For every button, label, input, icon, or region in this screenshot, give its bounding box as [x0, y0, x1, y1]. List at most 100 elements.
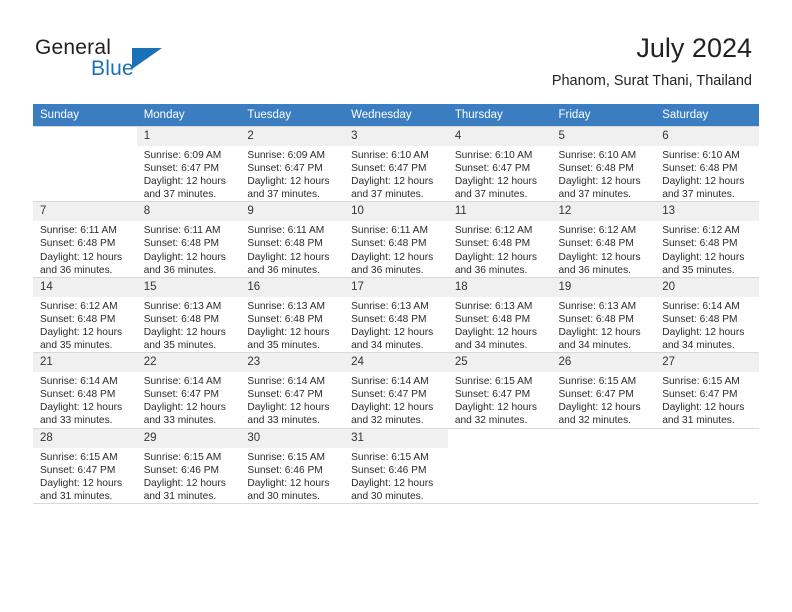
day-number: 25	[447, 353, 552, 373]
day-cell-inner: 23 Sunrise: 6:14 AM Sunset: 6:47 PM Dayligh…	[240, 353, 345, 427]
weekday-header-thursday: Thursday	[447, 104, 552, 127]
day-cell-inner: 27 Sunrise: 6:15 AM Sunset: 6:47 PM Dayligh…	[655, 353, 759, 427]
day-sun-info: Sunrise: 6:12 AM Sunset: 6:48 PM Daylight:…	[552, 221, 656, 276]
day-sun-info: Sunrise: 6:15 AM Sunset: 6:47 PM Daylight:…	[655, 372, 759, 427]
sunrise-text: Sunrise: 6:15 AM	[454, 376, 533, 388]
day-number: 20	[655, 277, 759, 297]
calendar-day-cell[interactable]: 1 Sunrise: 6:09 AM Sunset: 6:47 PM Daylight…	[136, 125, 241, 203]
day-number	[551, 428, 656, 448]
daylight-text-line2: and 35 minutes.	[143, 340, 217, 352]
daylight-text-line2: and 31 minutes.	[662, 415, 735, 427]
daylight-text-line2: and 37 minutes.	[558, 189, 632, 201]
sunrise-text: Sunrise: 6:10 AM	[351, 150, 429, 161]
daylight-text-line1: Daylight: 12 hours	[143, 251, 226, 263]
sunset-text: Sunset: 6:48 PM	[558, 163, 634, 175]
day-cell-inner: 1 Sunrise: 6:09 AM Sunset: 6:47 PM Daylight…	[136, 127, 241, 201]
calendar-week-row: 28 Sunrise: 6:15 AM Sunset: 6:47 PM Dayligh…	[33, 427, 759, 504]
calendar-day-cell[interactable]: 22 Sunrise: 6:14 AM Sunset: 6:47 PM Dayligh…	[136, 352, 241, 429]
sunset-text: Sunset: 6:47 PM	[143, 389, 220, 401]
calendar-day-cell[interactable]: 26 Sunrise: 6:15 AM Sunset: 6:47 PM Dayligh…	[551, 352, 656, 429]
day-number: 1	[136, 127, 241, 146]
day-number	[447, 428, 552, 448]
calendar-day-cell[interactable]: 24 Sunrise: 6:14 AM Sunset: 6:47 PM Dayligh…	[344, 352, 448, 429]
calendar-day-cell[interactable]: 29 Sunrise: 6:15 AM Sunset: 6:46 PM Dayligh…	[136, 427, 241, 504]
day-cell-inner: 20 Sunrise: 6:14 AM Sunset: 6:48 PM Dayligh…	[655, 277, 759, 352]
daylight-text-line1: Daylight: 12 hours	[143, 326, 226, 338]
daylight-text-line2: and 36 minutes.	[454, 264, 528, 276]
calendar-day-cell[interactable]: 17 Sunrise: 6:13 AM Sunset: 6:48 PM Dayligh…	[344, 276, 448, 354]
calendar-day-cell[interactable]: 28 Sunrise: 6:15 AM Sunset: 6:47 PM Dayligh…	[33, 427, 137, 504]
day-cell-inner: 25 Sunrise: 6:15 AM Sunset: 6:47 PM Dayligh…	[447, 353, 552, 427]
day-cell-inner: 3 Sunrise: 6:10 AM Sunset: 6:47 PM Daylight…	[344, 127, 448, 201]
daylight-text-line1: Daylight: 12 hours	[351, 326, 434, 338]
calendar-day-cell[interactable]: 10 Sunrise: 6:11 AM Sunset: 6:48 PM Dayligh…	[344, 201, 448, 278]
calendar-day-cell[interactable]: 3 Sunrise: 6:10 AM Sunset: 6:47 PM Daylight…	[344, 125, 448, 203]
sunset-text: Sunset: 6:47 PM	[558, 389, 634, 401]
day-sun-info: Sunrise: 6:15 AM Sunset: 6:46 PM Daylight:…	[344, 448, 448, 503]
day-cell-inner: 28 Sunrise: 6:15 AM Sunset: 6:47 PM Dayligh…	[33, 428, 137, 503]
daylight-text-line2: and 31 minutes.	[40, 490, 113, 502]
day-cell-inner: 4 Sunrise: 6:10 AM Sunset: 6:47 PM Daylight…	[447, 127, 552, 201]
calendar-day-cell[interactable]: 15 Sunrise: 6:13 AM Sunset: 6:48 PM Dayligh…	[136, 276, 241, 354]
calendar-day-cell[interactable]: 18 Sunrise: 6:13 AM Sunset: 6:48 PM Dayligh…	[447, 276, 552, 354]
day-cell-inner	[655, 428, 759, 503]
daylight-text-line1: Daylight: 12 hours	[40, 402, 123, 414]
sunset-text: Sunset: 6:48 PM	[40, 238, 116, 250]
calendar-day-cell[interactable]: 16 Sunrise: 6:13 AM Sunset: 6:48 PM Dayligh…	[240, 276, 345, 354]
daylight-text-line2: and 33 minutes.	[143, 415, 217, 427]
daylight-text-line2: and 37 minutes.	[662, 189, 735, 201]
calendar-day-cell[interactable]: 20 Sunrise: 6:14 AM Sunset: 6:48 PM Dayligh…	[655, 276, 759, 354]
day-number: 19	[551, 277, 656, 297]
day-sun-info: Sunrise: 6:13 AM Sunset: 6:48 PM Daylight:…	[552, 297, 656, 352]
daylight-text-line2: and 36 minutes.	[247, 264, 320, 276]
calendar-day-cell[interactable]: 5 Sunrise: 6:10 AM Sunset: 6:48 PM Daylight…	[551, 125, 656, 203]
calendar-day-cell[interactable]: 13 Sunrise: 6:12 AM Sunset: 6:48 PM Dayligh…	[655, 201, 759, 278]
day-number: 7	[33, 202, 137, 222]
day-number: 2	[240, 127, 345, 146]
day-sun-info: Sunrise: 6:14 AM Sunset: 6:47 PM Daylight:…	[344, 372, 448, 427]
calendar-day-cell[interactable]: 14 Sunrise: 6:12 AM Sunset: 6:48 PM Dayligh…	[33, 276, 137, 354]
sunrise-text: Sunrise: 6:11 AM	[351, 225, 428, 237]
day-cell-inner: 9 Sunrise: 6:11 AM Sunset: 6:48 PM Daylight…	[240, 202, 345, 276]
sunset-text: Sunset: 6:48 PM	[558, 238, 634, 250]
daylight-text-line2: and 30 minutes.	[351, 490, 424, 502]
day-number: 12	[551, 202, 656, 222]
daylight-text-line2: and 32 minutes.	[558, 415, 632, 427]
calendar-day-cell[interactable]: 23 Sunrise: 6:14 AM Sunset: 6:47 PM Dayligh…	[240, 352, 345, 429]
day-number: 15	[136, 277, 241, 297]
weekday-header-sunday: Sunday	[33, 104, 137, 127]
calendar-day-cell[interactable]: 4 Sunrise: 6:10 AM Sunset: 6:47 PM Daylight…	[447, 125, 552, 203]
day-sun-info: Sunrise: 6:12 AM Sunset: 6:48 PM Daylight:…	[655, 221, 759, 276]
calendar-day-cell[interactable]: 9 Sunrise: 6:11 AM Sunset: 6:48 PM Daylight…	[240, 201, 345, 278]
calendar-day-cell[interactable]: 27 Sunrise: 6:15 AM Sunset: 6:47 PM Dayligh…	[655, 352, 759, 429]
calendar-day-cell[interactable]: 11 Sunrise: 6:12 AM Sunset: 6:48 PM Dayligh…	[447, 201, 552, 278]
day-sun-info: Sunrise: 6:13 AM Sunset: 6:48 PM Daylight:…	[344, 297, 448, 352]
page-title: July 2024	[636, 33, 752, 63]
day-cell-inner: 10 Sunrise: 6:11 AM Sunset: 6:48 PM Dayligh…	[344, 202, 448, 276]
calendar-day-cell[interactable]: 21 Sunrise: 6:14 AM Sunset: 6:48 PM Dayligh…	[33, 352, 137, 429]
calendar-day-cell[interactable]: 19 Sunrise: 6:13 AM Sunset: 6:48 PM Dayligh…	[551, 276, 656, 354]
sunset-text: Sunset: 6:48 PM	[351, 238, 427, 250]
day-sun-info: Sunrise: 6:13 AM Sunset: 6:48 PM Daylight:…	[448, 297, 552, 352]
sunrise-text: Sunrise: 6:12 AM	[662, 225, 740, 237]
day-number: 8	[136, 202, 241, 222]
sunrise-text: Sunrise: 6:14 AM	[143, 376, 222, 388]
calendar-grid: Sunday Monday Tuesday Wednesday Thursday…	[33, 104, 759, 504]
calendar-day-cell[interactable]: 25 Sunrise: 6:15 AM Sunset: 6:47 PM Dayligh…	[447, 352, 552, 429]
calendar-day-cell[interactable]: 31 Sunrise: 6:15 AM Sunset: 6:46 PM Dayligh…	[344, 427, 448, 504]
day-number: 30	[240, 428, 345, 448]
calendar-day-cell[interactable]: 8 Sunrise: 6:11 AM Sunset: 6:48 PM Daylight…	[136, 201, 241, 278]
daylight-text-line2: and 37 minutes.	[247, 189, 320, 201]
calendar-day-cell[interactable]: 7 Sunrise: 6:11 AM Sunset: 6:48 PM Daylight…	[33, 201, 137, 278]
calendar-day-cell[interactable]: 6 Sunrise: 6:10 AM Sunset: 6:48 PM Daylight…	[655, 125, 759, 203]
daylight-text-line2: and 31 minutes.	[143, 490, 217, 502]
calendar-day-cell[interactable]: 2 Sunrise: 6:09 AM Sunset: 6:47 PM Daylight…	[240, 125, 345, 203]
day-cell-inner: 11 Sunrise: 6:12 AM Sunset: 6:48 PM Dayligh…	[447, 202, 552, 276]
day-cell-inner: 2 Sunrise: 6:09 AM Sunset: 6:47 PM Daylight…	[240, 127, 345, 201]
day-number: 27	[655, 353, 759, 373]
calendar-day-cell[interactable]: 12 Sunrise: 6:12 AM Sunset: 6:48 PM Dayligh…	[551, 201, 656, 278]
sunrise-text: Sunrise: 6:11 AM	[40, 225, 117, 237]
sunrise-text: Sunrise: 6:13 AM	[143, 300, 222, 312]
calendar-day-cell[interactable]: 30 Sunrise: 6:15 AM Sunset: 6:46 PM Dayligh…	[240, 427, 345, 504]
day-cell-inner	[551, 428, 656, 503]
